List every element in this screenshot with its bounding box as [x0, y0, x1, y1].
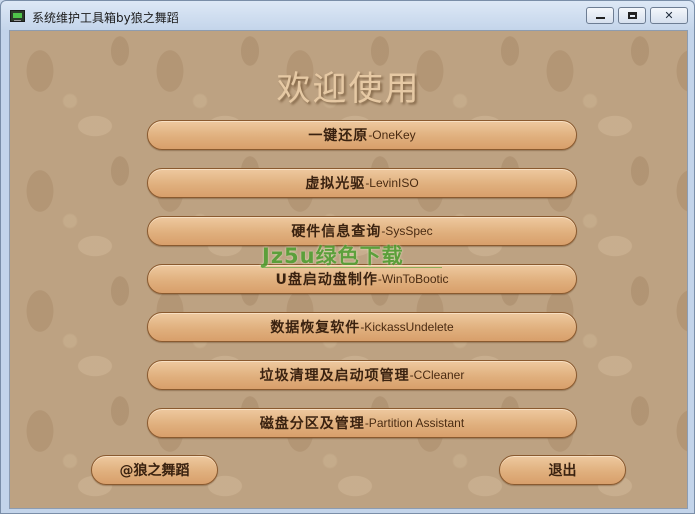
exit-button[interactable]: 退出: [499, 455, 626, 485]
close-button[interactable]: ✕: [650, 7, 688, 24]
welcome-heading: 欢迎使用: [276, 69, 421, 109]
app-window: 系统维护工具箱by狼之舞蹈 ✕ 欢迎使用 一键还原 -OneKey 虚拟光驱 -Le…: [0, 0, 695, 514]
button-label: 虚拟光驱: [305, 176, 366, 192]
button-label: 硬件信息查询: [291, 224, 382, 240]
terminal-app-icon: [10, 10, 25, 22]
leviniso-button[interactable]: 虚拟光驱 -LevinISO: [147, 168, 577, 198]
maximize-icon: [627, 12, 637, 19]
maximize-button[interactable]: [618, 7, 646, 24]
button-sublabel: -LevinISO: [365, 176, 419, 190]
button-label: 垃圾清理及启动项管理: [259, 368, 410, 384]
button-sublabel: -SysSpec: [381, 224, 433, 238]
minimize-icon: [595, 17, 605, 19]
button-label: 数据恢复软件: [270, 320, 361, 336]
ccleaner-button[interactable]: 垃圾清理及启动项管理 -CCleaner: [147, 360, 577, 390]
title-bar[interactable]: 系统维护工具箱by狼之舞蹈 ✕: [1, 1, 694, 29]
author-button[interactable]: @狼之舞蹈: [91, 455, 218, 485]
close-icon: ✕: [664, 9, 674, 22]
button-sublabel: -WinToBootic: [377, 272, 449, 286]
sysspec-button[interactable]: 硬件信息查询 -SysSpec: [147, 216, 577, 246]
button-label: 磁盘分区及管理: [259, 416, 365, 432]
partition-assistant-button[interactable]: 磁盘分区及管理 -Partition Assistant: [147, 408, 577, 438]
wintobootic-button[interactable]: U盘启动盘制作 -WinToBootic: [147, 264, 577, 294]
watermark-underline: [262, 267, 442, 268]
window-controls: ✕: [582, 7, 688, 26]
minimize-button[interactable]: [586, 7, 614, 24]
button-label: 一键还原: [308, 128, 369, 144]
main-panel: 欢迎使用 一键还原 -OneKey 虚拟光驱 -LevinISO 硬件信息查询 -Sy…: [9, 30, 688, 509]
button-sublabel: -CCleaner: [409, 368, 465, 382]
button-sublabel: -KickassUndelete: [360, 320, 454, 334]
window-title: 系统维护工具箱by狼之舞蹈: [32, 11, 179, 25]
button-sublabel: -OneKey: [368, 128, 416, 142]
button-sublabel: -Partition Assistant: [364, 416, 465, 430]
button-label: U盘启动盘制作: [275, 272, 378, 288]
onekey-button[interactable]: 一键还原 -OneKey: [147, 120, 577, 150]
kickassundelete-button[interactable]: 数据恢复软件 -KickassUndelete: [147, 312, 577, 342]
